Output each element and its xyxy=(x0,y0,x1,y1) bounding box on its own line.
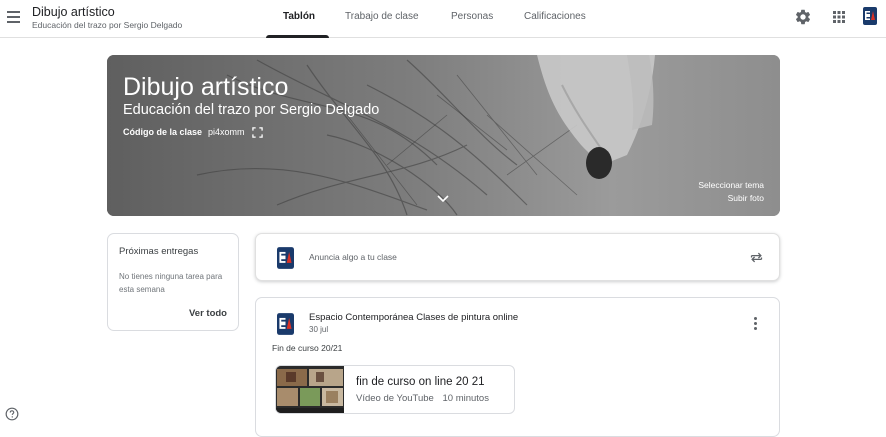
attachment-duration: 10 minutos xyxy=(442,393,489,404)
select-theme-link[interactable]: Seleccionar tema xyxy=(698,180,764,190)
upload-photo-link[interactable]: Subir foto xyxy=(728,193,764,203)
tab-tablon[interactable]: Tablón xyxy=(283,11,315,22)
attachment-title: fin de curso on line 20 21 xyxy=(356,376,485,388)
repost-icon[interactable] xyxy=(749,250,764,265)
class-title[interactable]: Dibujo artístico xyxy=(32,5,115,19)
more-vert-icon[interactable] xyxy=(750,315,760,331)
video-thumbnail xyxy=(276,366,344,413)
attachment-source: Vídeo de YouTube xyxy=(356,393,434,404)
upcoming-empty-text: No tienes ninguna tarea para esta semana xyxy=(119,272,223,294)
top-bar: Dibujo artístico Educación del trazo por… xyxy=(0,0,886,38)
banner-subtitle: Educación del trazo por Sergio Delgado xyxy=(123,102,380,118)
attachment-meta: Vídeo de YouTube 10 minutos xyxy=(356,393,489,404)
account-avatar[interactable] xyxy=(863,7,877,25)
chevron-down-icon[interactable] xyxy=(437,194,449,204)
active-tab-indicator xyxy=(266,35,329,38)
class-code-label: Código de la clase xyxy=(123,127,203,137)
post-author: Espacio Contemporánea Clases de pintura … xyxy=(309,312,519,323)
youtube-attachment[interactable]: fin de curso on line 20 21 Vídeo de YouT… xyxy=(275,365,515,414)
post-text: Fin de curso 20/21 xyxy=(272,343,343,353)
announce-placeholder[interactable]: Anuncia algo a tu clase xyxy=(309,252,397,262)
class-code-value: pi4xomm xyxy=(208,127,245,137)
announce-box[interactable]: Anuncia algo a tu clase xyxy=(255,233,780,281)
apps-grid-icon[interactable] xyxy=(830,8,848,26)
class-banner: Dibujo artístico Educación del trazo por… xyxy=(107,55,780,216)
user-avatar xyxy=(277,247,294,269)
view-all-link[interactable]: Ver todo xyxy=(189,308,227,319)
class-subtitle: Educación del trazo por Sergio Delgado xyxy=(32,20,183,30)
upcoming-card: Próximas entregas No tienes ninguna tare… xyxy=(107,233,239,331)
menu-icon[interactable] xyxy=(5,8,23,26)
banner-title: Dibujo artístico xyxy=(123,73,289,101)
fullscreen-icon[interactable] xyxy=(252,127,263,138)
stream-post: Espacio Contemporánea Clases de pintura … xyxy=(255,297,780,437)
post-date: 30 jul xyxy=(309,325,329,334)
help-icon[interactable] xyxy=(5,407,19,421)
upcoming-title: Próximas entregas xyxy=(119,246,199,257)
tab-trabajo-de-clase[interactable]: Trabajo de clase xyxy=(345,11,419,22)
tab-calificaciones[interactable]: Calificaciones xyxy=(524,11,586,22)
gear-icon[interactable] xyxy=(794,8,812,26)
author-avatar xyxy=(277,313,294,335)
tab-personas[interactable]: Personas xyxy=(451,11,493,22)
